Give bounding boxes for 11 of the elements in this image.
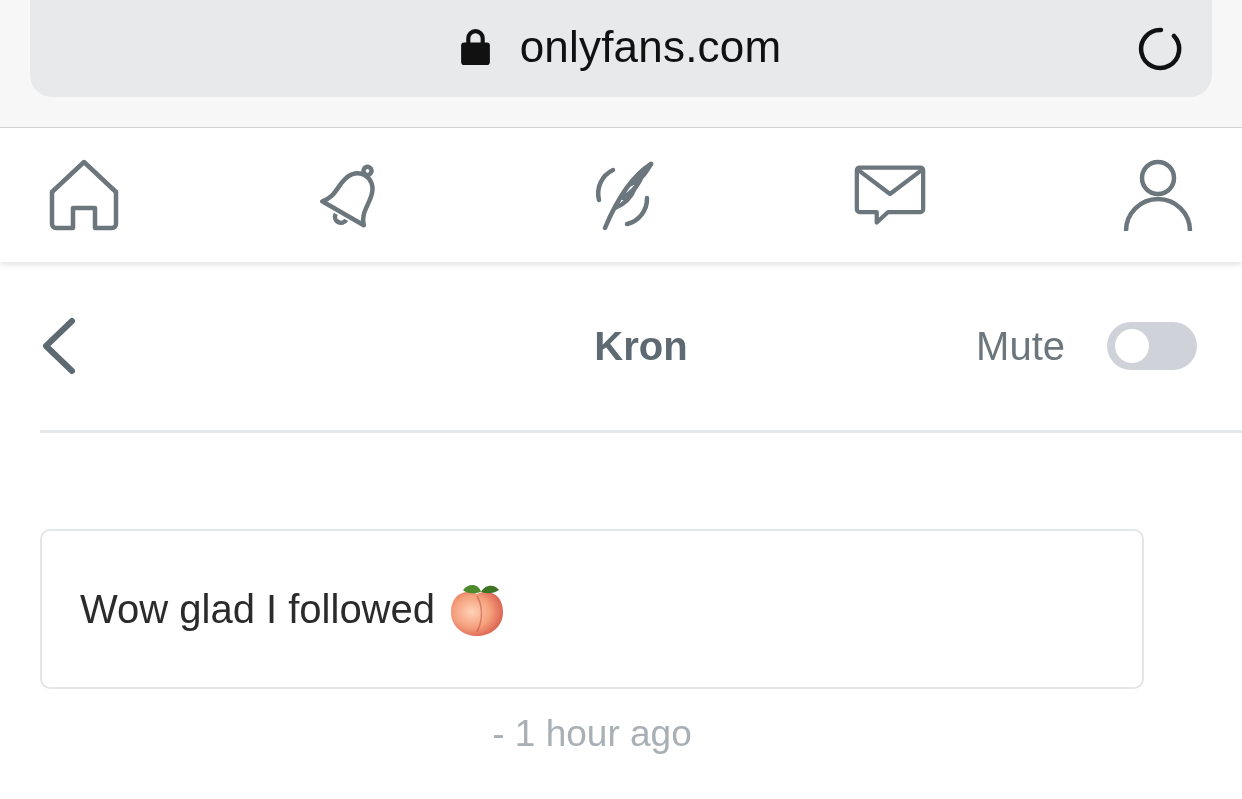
address-bar[interactable]: onlyfans.com bbox=[30, 0, 1212, 97]
back-chevron-icon[interactable] bbox=[40, 317, 76, 375]
mute-toggle[interactable] bbox=[1107, 322, 1197, 370]
mute-label: Mute bbox=[976, 323, 1065, 369]
chat-title: Kron bbox=[594, 323, 688, 369]
url-text: onlyfans.com bbox=[519, 21, 782, 72]
message-timestamp: - 1 hour ago bbox=[492, 713, 692, 755]
person-icon[interactable] bbox=[1122, 158, 1194, 232]
reload-icon[interactable] bbox=[1138, 26, 1184, 72]
message-text: Wow glad I followed bbox=[80, 586, 435, 632]
home-icon[interactable] bbox=[48, 158, 120, 232]
